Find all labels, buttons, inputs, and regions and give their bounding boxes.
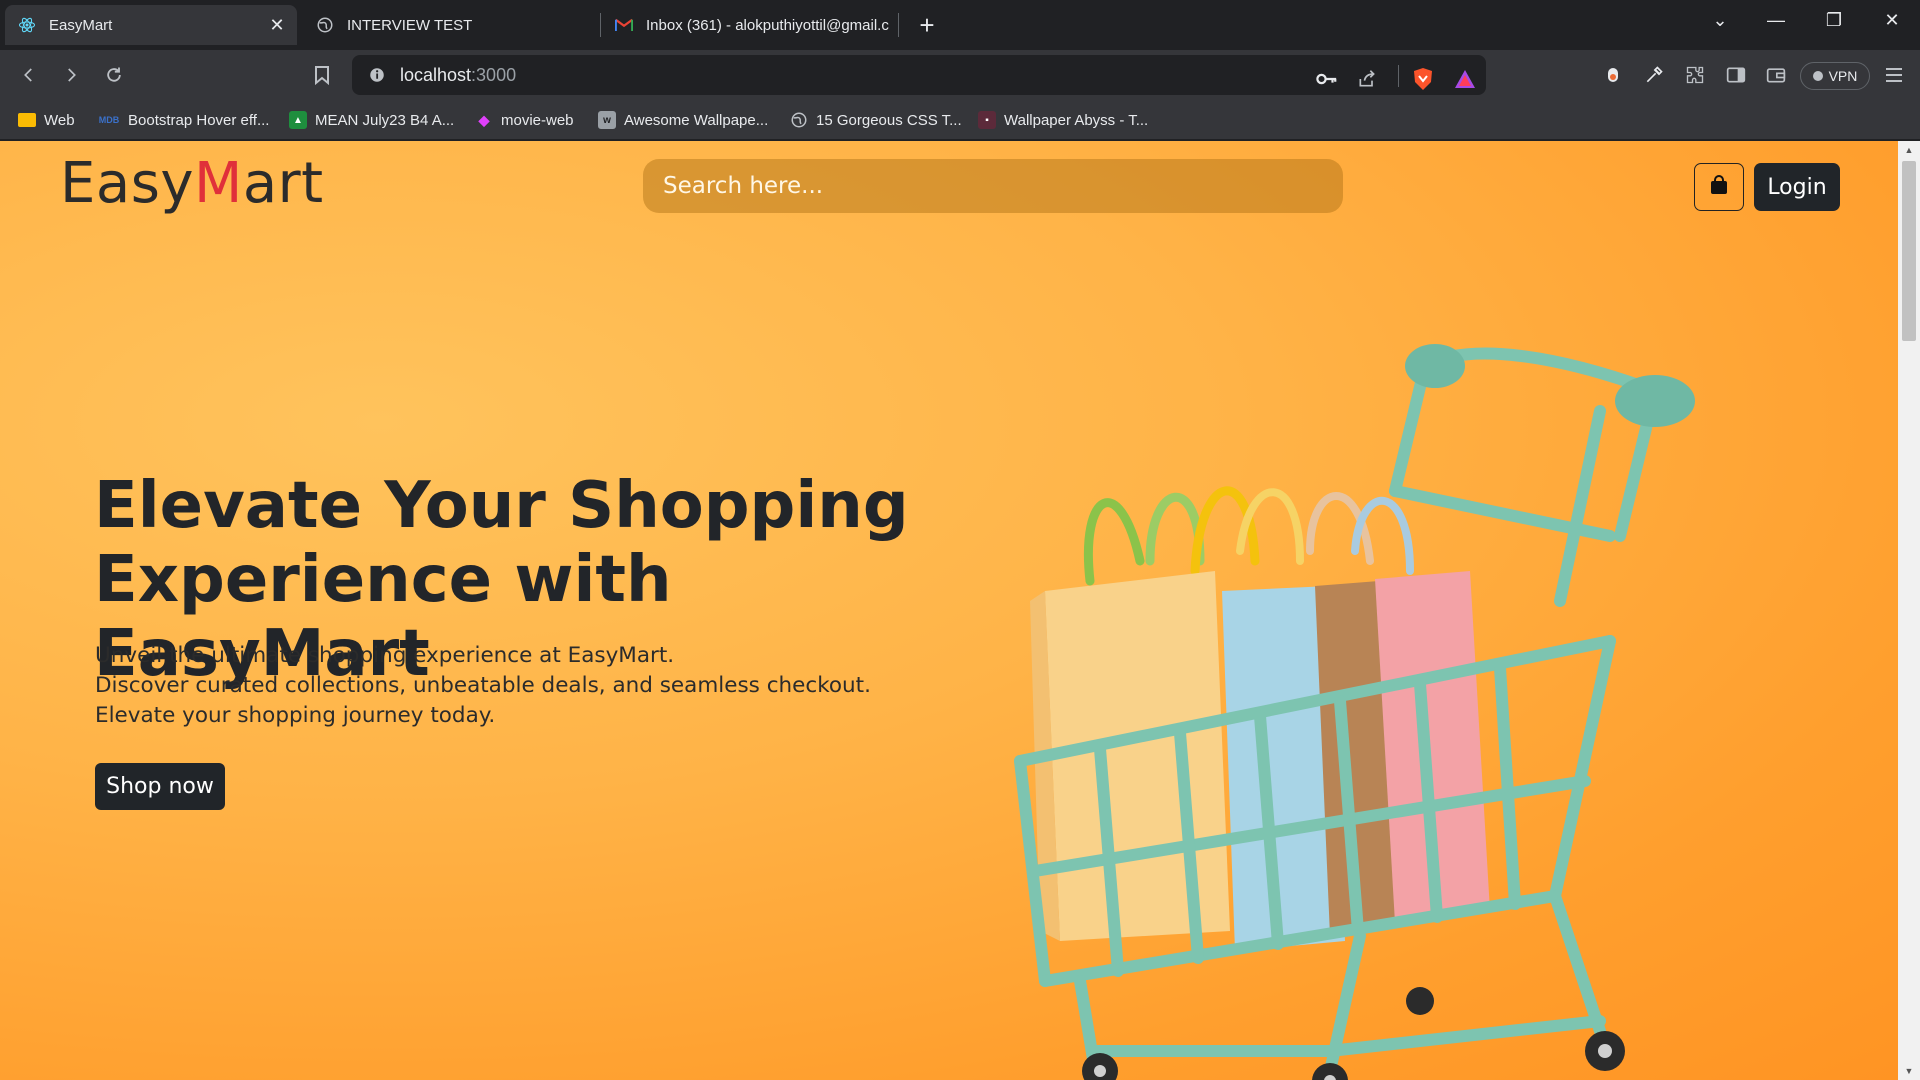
scroll-up-icon[interactable]: ▲ — [1898, 141, 1920, 159]
tab-interview-test[interactable]: INTERVIEW TEST — [305, 5, 585, 45]
new-tab-button[interactable]: + — [912, 10, 942, 40]
eyedropper-icon[interactable] — [1638, 59, 1670, 91]
bookmark-css-tricks[interactable]: 15 Gorgeous CSS T... — [790, 108, 962, 132]
bookmark-movie-web[interactable]: ◆ movie-web — [475, 108, 574, 132]
logo-prefix: Easy — [60, 151, 195, 216]
close-window-button[interactable]: ✕ — [1864, 0, 1920, 40]
hero-desc-line: Unveil the ultimate shopping experience … — [95, 643, 675, 668]
scroll-down-icon[interactable]: ▼ — [1898, 1062, 1920, 1080]
tab-title: EasyMart — [49, 16, 113, 34]
address-bar[interactable]: localhost:3000 — [352, 55, 1486, 95]
hero-desc-line: Elevate your shopping journey today. — [95, 703, 496, 728]
tab-search-icon[interactable]: ⌄ — [1692, 0, 1748, 40]
scrollbar-thumb[interactable] — [1902, 161, 1916, 341]
logo-suffix: art — [242, 151, 324, 216]
search-input[interactable]: Search here... — [643, 159, 1343, 213]
tab-divider — [600, 13, 601, 37]
abyss-icon: ▪ — [978, 111, 996, 129]
vpn-label: VPN — [1828, 68, 1858, 84]
omnibox-divider — [1398, 65, 1399, 87]
page-scrollbar[interactable]: ▲ ▼ — [1898, 141, 1920, 1080]
bookmark-label: Wallpaper Abyss - T... — [1004, 111, 1149, 129]
bookmark-label: Bootstrap Hover eff... — [128, 111, 270, 129]
cart-button[interactable] — [1694, 163, 1744, 211]
extension-record-icon[interactable] — [1597, 59, 1629, 91]
menu-icon[interactable] — [1878, 59, 1910, 91]
extensions-icon[interactable] — [1679, 59, 1711, 91]
reload-button[interactable] — [98, 59, 130, 91]
sidebar-icon[interactable] — [1720, 59, 1752, 91]
hero-desc-line: Discover curated collections, unbeatable… — [95, 673, 871, 698]
close-tab-icon[interactable]: ✕ — [265, 13, 289, 37]
tab-title: INTERVIEW TEST — [347, 16, 473, 34]
site-logo[interactable]: EasyMart — [60, 151, 324, 216]
wallpaper-icon: w — [598, 111, 616, 129]
restore-button[interactable]: ❐ — [1806, 0, 1862, 40]
bookmark-web[interactable]: Web — [18, 108, 75, 132]
forward-button[interactable] — [55, 59, 87, 91]
bookmark-label: Web — [44, 111, 75, 129]
tab-strip: EasyMart ✕ INTERVIEW TEST Inbox (361) - … — [0, 0, 1920, 50]
diamond-icon: ◆ — [478, 111, 490, 128]
share-icon[interactable] — [1352, 64, 1382, 94]
bookmark-label: Awesome Wallpape... — [624, 111, 769, 129]
url-host: localhost — [400, 64, 472, 85]
page-viewport: EasyMart Search here... Login Elevate Yo… — [0, 141, 1898, 1080]
tab-gmail[interactable]: Inbox (361) - alokputhiyottil@gmail.c — [610, 5, 890, 45]
mdb-icon: MDB — [98, 115, 120, 125]
classroom-icon: ▲ — [289, 111, 307, 129]
tab-easymart[interactable]: EasyMart ✕ — [5, 5, 297, 45]
shop-now-button[interactable]: Shop now — [95, 763, 225, 810]
login-button[interactable]: Login — [1754, 163, 1840, 211]
gmail-icon — [614, 15, 634, 35]
hero-description: Unveil the ultimate shopping experience … — [95, 641, 895, 731]
search-placeholder: Search here... — [663, 173, 824, 199]
bookmark-wallpaper-abyss[interactable]: ▪ Wallpaper Abyss - T... — [978, 108, 1148, 132]
url-port: :3000 — [471, 64, 517, 85]
globe-icon — [315, 15, 335, 35]
vpn-status-icon — [1812, 71, 1823, 81]
bookmark-label: 15 Gorgeous CSS T... — [816, 111, 962, 129]
brave-rewards-icon[interactable] — [1450, 64, 1480, 94]
hero-title-line: Elevate Your Shopping — [94, 469, 909, 543]
back-button[interactable] — [13, 59, 45, 91]
site-info-icon[interactable] — [368, 66, 386, 84]
bookmark-icon[interactable] — [306, 59, 338, 91]
shopping-cart-image — [1014, 344, 1695, 1080]
tab-divider — [898, 13, 899, 37]
brave-shield-icon[interactable] — [1408, 64, 1438, 94]
minimize-button[interactable]: — — [1748, 0, 1804, 40]
tab-title: Inbox (361) - alokputhiyottil@gmail.c — [646, 16, 889, 34]
bookmark-label: MEAN July23 B4 A... — [315, 111, 455, 129]
bookmark-awesome-wallpapers[interactable]: w Awesome Wallpape... — [598, 108, 768, 132]
globe-icon — [790, 111, 808, 129]
react-icon — [17, 15, 37, 35]
shopping-bag-icon — [1710, 174, 1728, 200]
key-icon[interactable] — [1312, 64, 1342, 94]
bookmark-label: movie-web — [501, 111, 574, 129]
logo-m: M — [194, 151, 243, 216]
vpn-button[interactable]: VPN — [1800, 62, 1870, 90]
folder-icon — [18, 113, 36, 127]
bookmark-bootstrap-hover[interactable]: MDB Bootstrap Hover eff... — [98, 108, 270, 132]
bookmarks-bar: Web MDB Bootstrap Hover eff... ▲ MEAN Ju… — [0, 100, 1920, 140]
wallet-icon[interactable] — [1760, 59, 1792, 91]
bookmark-mean[interactable]: ▲ MEAN July23 B4 A... — [289, 108, 454, 132]
